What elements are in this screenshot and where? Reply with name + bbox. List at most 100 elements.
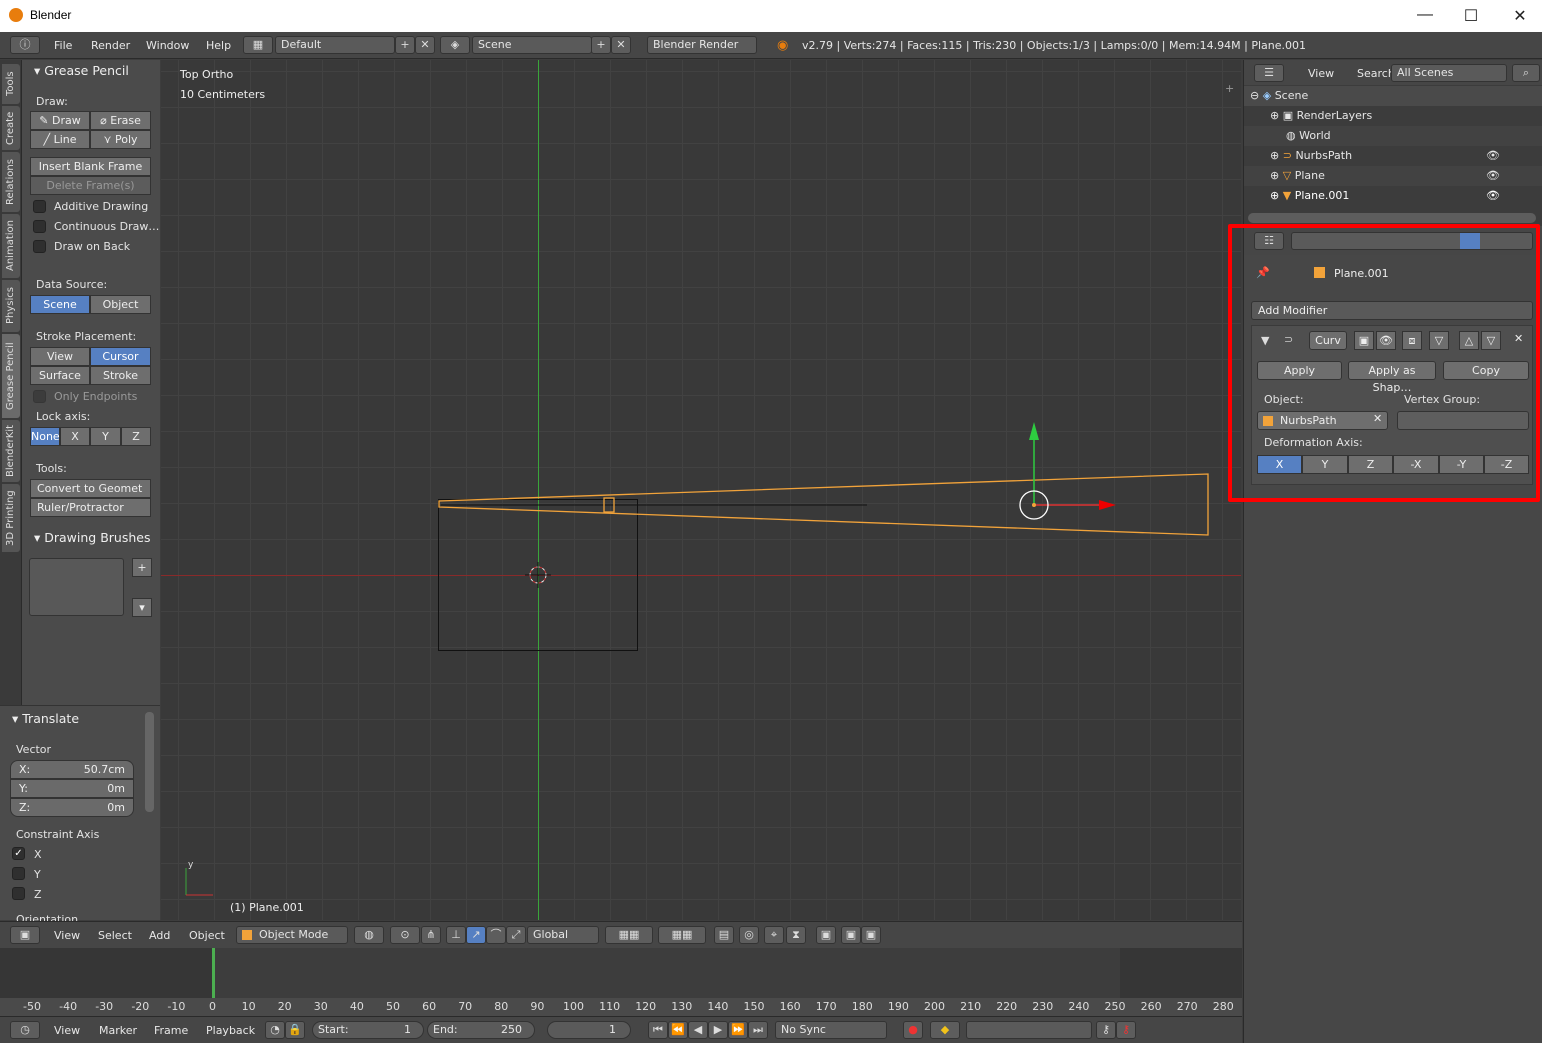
mode-select[interactable]: Object Mode (236, 926, 348, 944)
tab-animation[interactable]: Animation (2, 214, 20, 278)
jump-end-icon[interactable]: ⏭ (748, 1021, 768, 1039)
tab-physics[interactable]: Physics (2, 280, 20, 332)
lock-axis-y-button[interactable]: Y (90, 427, 121, 446)
poly-button[interactable]: ⋎ Poly (90, 130, 151, 149)
play-icon[interactable]: ▶ (708, 1021, 728, 1039)
add-layout-icon[interactable]: + (395, 36, 415, 54)
editor-type-icon[interactable]: ▣ (10, 926, 40, 944)
draw-button[interactable]: ✎ Draw (30, 111, 90, 130)
end-frame-field[interactable]: End: 250 (427, 1021, 535, 1039)
menu-object[interactable]: Object (189, 929, 225, 942)
jump-key-forward-icon[interactable]: ⏩ (728, 1021, 748, 1039)
outliner-search-icon[interactable]: ⌕ (1512, 64, 1540, 82)
visibility-eye-icon[interactable]: 👁 (1486, 166, 1500, 186)
render-engine-select[interactable]: Blender Render (647, 36, 757, 54)
placement-surface-button[interactable]: Surface (30, 366, 90, 385)
remove-layout-icon[interactable]: ✕ (415, 36, 435, 54)
transform-manip-icon[interactable]: ⊥ (446, 926, 466, 944)
jump-key-back-icon[interactable]: ⏪ (668, 1021, 688, 1039)
visibility-eye-icon[interactable]: 👁 (1486, 146, 1500, 166)
insert-key-icon[interactable]: ⚷ (1096, 1021, 1116, 1039)
tab-tools[interactable]: Tools (2, 64, 20, 104)
remove-scene-icon[interactable]: ✕ (611, 36, 631, 54)
constraint-z-checkbox[interactable] (12, 887, 25, 900)
vector-z-field[interactable]: Z: 0m (10, 798, 134, 817)
outliner-menu-view[interactable]: View (1308, 67, 1334, 80)
maximize-button[interactable]: ☐ (1456, 6, 1486, 26)
add-brush-icon[interactable]: + (132, 558, 152, 577)
current-frame-marker[interactable] (212, 948, 215, 1000)
timeline[interactable]: -50 -40 -30 -20 -10 0 10 20 30 40 50 60 70 80 90 100 110… (0, 948, 1242, 1016)
3d-viewport[interactable]: Top Ortho 10 Centimeters y (1) Plane.001… (161, 60, 1241, 920)
menu-window[interactable]: Window (146, 39, 189, 52)
scene-field[interactable]: Scene (472, 36, 592, 54)
data-source-scene-button[interactable]: Scene (30, 295, 90, 314)
timeline-editor-type-icon[interactable]: ◷ (10, 1021, 40, 1039)
tab-relations[interactable]: Relations (2, 152, 20, 212)
redo-scrollbar[interactable] (145, 712, 154, 812)
screen-layout-icon[interactable]: ▦ (243, 36, 273, 54)
placement-cursor-button[interactable]: Cursor (90, 347, 151, 366)
preview-range-icon[interactable]: ◔ (265, 1021, 285, 1039)
menu-add[interactable]: Add (149, 929, 170, 942)
shading-icon[interactable]: ◍ (354, 926, 384, 944)
translate-panel-title[interactable]: ▾ Translate (12, 711, 79, 726)
current-frame-field[interactable]: 1 (547, 1021, 631, 1039)
outliner-row-nurbspath[interactable]: ⊕ ⊃ NurbsPath 👁 (1244, 146, 1542, 166)
selected-object-outline[interactable] (161, 60, 1241, 920)
lock-axis-z-button[interactable]: Z (121, 427, 151, 446)
tab-create[interactable]: Create (2, 106, 20, 150)
layers-icon[interactable]: ▦▦ (605, 926, 653, 944)
outliner-row-scene[interactable]: ⊖ ◈ Scene (1244, 86, 1542, 106)
outliner-scrollbar[interactable] (1248, 213, 1536, 223)
placement-stroke-button[interactable]: Stroke (90, 366, 151, 385)
additive-drawing-checkbox[interactable] (33, 200, 46, 213)
keying-set-field[interactable] (966, 1021, 1092, 1039)
constraint-y-checkbox[interactable] (12, 867, 25, 880)
lock-axis-none-button[interactable]: None (30, 427, 60, 446)
data-source-object-button[interactable]: Object (90, 295, 151, 314)
timeline-menu-frame[interactable]: Frame (154, 1024, 188, 1037)
add-scene-icon[interactable]: + (591, 36, 611, 54)
placement-view-button[interactable]: View (30, 347, 90, 366)
only-endpoints-checkbox[interactable] (33, 390, 46, 403)
grease-pencil-panel-title[interactable]: ▾ Grease Pencil (34, 63, 129, 78)
layers-icon-2[interactable]: ▦▦ (658, 926, 706, 944)
proportional-edit-icon[interactable]: ◎ (739, 926, 759, 944)
pivot-icon[interactable]: ⊙ (390, 926, 420, 944)
scene-icon[interactable]: ◈ (440, 36, 470, 54)
orientation-select[interactable]: Global (527, 926, 599, 944)
keying-icon[interactable]: ◆ (930, 1021, 960, 1039)
minimize-button[interactable]: — (1410, 6, 1440, 24)
outliner-row-plane001[interactable]: ⊕ ▼ Plane.001 👁 (1244, 186, 1542, 206)
timeline-menu-marker[interactable]: Marker (99, 1024, 137, 1037)
jump-start-icon[interactable]: ⏮ (648, 1021, 668, 1039)
info-editor-type-icon[interactable]: ⓘ (10, 36, 40, 54)
menu-help[interactable]: Help (206, 39, 231, 52)
visibility-eye-icon[interactable]: 👁 (1486, 186, 1500, 206)
tab-blenderkit[interactable]: BlenderKit (2, 420, 20, 482)
vector-x-field[interactable]: X: 50.7cm (10, 760, 134, 779)
ruler-protractor-button[interactable]: Ruler/Protractor (30, 498, 151, 517)
insert-blank-frame-button[interactable]: Insert Blank Frame (30, 157, 151, 176)
brush-menu-icon[interactable]: ▾ (132, 598, 152, 617)
delete-key-icon[interactable]: ⚷ (1116, 1021, 1136, 1039)
outliner-row-renderlayers[interactable]: ⊕ ▣ RenderLayers (1244, 106, 1542, 126)
render-anim-icon-2[interactable]: ▣ (861, 926, 881, 944)
play-reverse-icon[interactable]: ◀ (688, 1021, 708, 1039)
start-frame-field[interactable]: Start: 1 (312, 1021, 424, 1039)
menu-view[interactable]: View (54, 929, 80, 942)
vector-y-field[interactable]: Y: 0m (10, 779, 134, 798)
tab-grease-pencil[interactable]: Grease Pencil (2, 334, 20, 418)
tab-3d-printing[interactable]: 3D Printing (2, 484, 20, 552)
close-button[interactable]: ✕ (1505, 6, 1535, 26)
lock-axis-x-button[interactable]: X (60, 427, 90, 446)
menu-select[interactable]: Select (98, 929, 132, 942)
drawing-brushes-panel-title[interactable]: ▾ Drawing Brushes (34, 530, 150, 545)
scale-manip-icon[interactable]: ⤢ (506, 926, 526, 944)
erase-button[interactable]: ⌀ Erase (90, 111, 151, 130)
outliner-row-world[interactable]: ◍ World (1244, 126, 1542, 146)
lock-layers-icon[interactable]: ▤ (714, 926, 734, 944)
outliner-row-plane[interactable]: ⊕ ▽ Plane 👁 (1244, 166, 1542, 186)
timeline-menu-playback[interactable]: Playback (206, 1024, 255, 1037)
